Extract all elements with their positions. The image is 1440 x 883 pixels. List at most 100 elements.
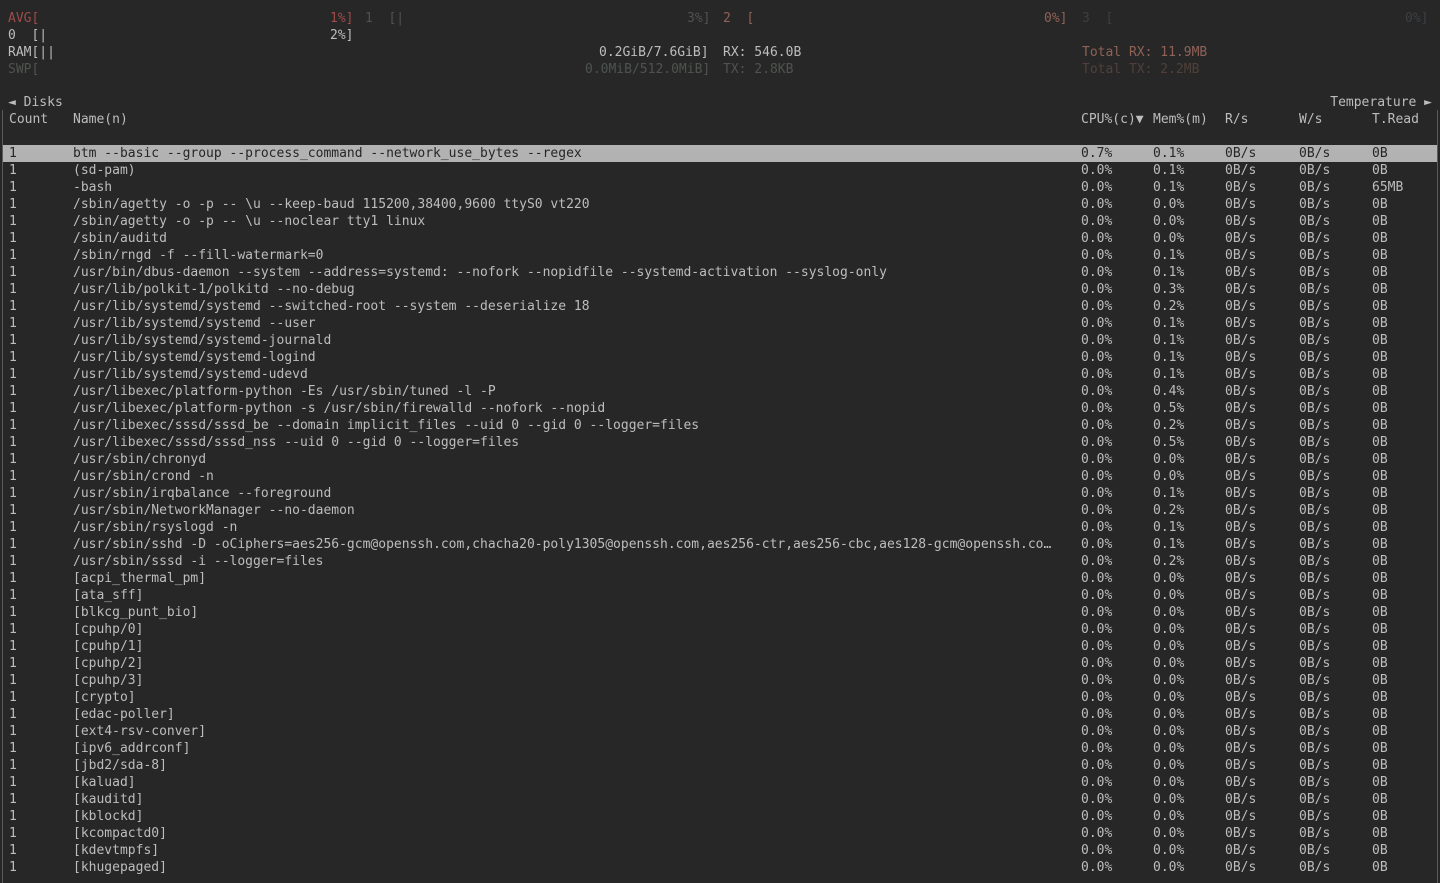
process-row[interactable]: 1 /usr/lib/systemd/systemd-journald 0.0%… (3, 332, 1437, 349)
cpu1-percent: 3%] (687, 10, 710, 27)
process-row[interactable]: 1 [ipv6_addrconf] 0.0% 0.0% 0B/s 0B/s 0B (3, 740, 1437, 757)
process-mem-pct: 0.0% (1153, 808, 1184, 825)
process-row[interactable]: 1 /sbin/agetty -o -p -- \u --keep-baud 1… (3, 196, 1437, 213)
process-row[interactable]: 1 [kauditd] 0.0% 0.0% 0B/s 0B/s 0B (3, 791, 1437, 808)
process-row[interactable]: 1 /usr/sbin/irqbalance --foreground 0.0%… (3, 485, 1437, 502)
process-total-read: 0B (1372, 213, 1388, 230)
process-row[interactable]: 1 [kcompactd0] 0.0% 0.0% 0B/s 0B/s 0B (3, 825, 1437, 842)
process-row[interactable]: 1 [kdevtmpfs] 0.0% 0.0% 0B/s 0B/s 0B (3, 842, 1437, 859)
cpu1-label: 1 [| (365, 10, 404, 27)
process-row[interactable]: 1 [cpuhp/2] 0.0% 0.0% 0B/s 0B/s 0B (3, 655, 1437, 672)
column-header-write-per-sec[interactable]: W/s (1299, 111, 1322, 128)
process-row[interactable]: 1 /usr/sbin/rsyslogd -n 0.0% 0.1% 0B/s 0… (3, 519, 1437, 536)
process-write-rate: 0B/s (1299, 281, 1330, 298)
process-row[interactable]: 1 [ext4-rsv-conver] 0.0% 0.0% 0B/s 0B/s … (3, 723, 1437, 740)
process-row[interactable]: 1 /usr/bin/dbus-daemon --system --addres… (3, 264, 1437, 281)
process-read-rate: 0B/s (1225, 298, 1256, 315)
process-read-rate: 0B/s (1225, 825, 1256, 842)
process-mem-pct: 0.0% (1153, 757, 1184, 774)
process-read-rate: 0B/s (1225, 213, 1256, 230)
column-header-name[interactable]: Name(n) (73, 111, 1077, 128)
process-cpu-pct: 0.0% (1081, 400, 1112, 417)
process-read-rate: 0B/s (1225, 689, 1256, 706)
process-count: 1 (9, 723, 17, 740)
process-row[interactable]: 1 /usr/libexec/sssd/sssd_nss --uid 0 --g… (3, 434, 1437, 451)
process-cpu-pct: 0.0% (1081, 774, 1112, 791)
process-total-read: 0B (1372, 791, 1388, 808)
process-row[interactable]: 1 [edac-poller] 0.0% 0.0% 0B/s 0B/s 0B (3, 706, 1437, 723)
process-name: [ata_sff] (73, 587, 1077, 604)
process-row[interactable]: 1 -bash 0.0% 0.1% 0B/s 0B/s 65MB (3, 179, 1437, 196)
process-cpu-pct: 0.0% (1081, 281, 1112, 298)
process-count: 1 (9, 145, 17, 162)
process-row[interactable]: 1 /usr/lib/systemd/systemd-logind 0.0% 0… (3, 349, 1437, 366)
process-write-rate: 0B/s (1299, 400, 1330, 417)
process-row[interactable]: 1 /usr/sbin/chronyd 0.0% 0.0% 0B/s 0B/s … (3, 451, 1437, 468)
process-total-read: 0B (1372, 723, 1388, 740)
process-row[interactable]: 1 /usr/lib/systemd/systemd --switched-ro… (3, 298, 1437, 315)
process-mem-pct: 0.0% (1153, 825, 1184, 842)
column-header-cpu[interactable]: CPU%(c)▼ (1081, 111, 1144, 128)
process-row[interactable]: 1 /usr/libexec/sssd/sssd_be --domain imp… (3, 417, 1437, 434)
process-row[interactable]: 1 [crypto] 0.0% 0.0% 0B/s 0B/s 0B (3, 689, 1437, 706)
process-cpu-pct: 0.0% (1081, 485, 1112, 502)
process-name: /usr/sbin/rsyslogd -n (73, 519, 1077, 536)
column-header-count[interactable]: Count (9, 111, 48, 128)
process-row[interactable]: 1 [ata_sff] 0.0% 0.0% 0B/s 0B/s 0B (3, 587, 1437, 604)
process-row[interactable]: 1 /sbin/rngd -f --fill-watermark=0 0.0% … (3, 247, 1437, 264)
process-cpu-pct: 0.0% (1081, 196, 1112, 213)
process-row[interactable]: 1 (sd-pam) 0.0% 0.1% 0B/s 0B/s 0B (3, 162, 1437, 179)
process-row[interactable]: 1 [kaluad] 0.0% 0.0% 0B/s 0B/s 0B (3, 774, 1437, 791)
process-name: [acpi_thermal_pm] (73, 570, 1077, 587)
process-row[interactable]: 1 [cpuhp/3] 0.0% 0.0% 0B/s 0B/s 0B (3, 672, 1437, 689)
process-write-rate: 0B/s (1299, 570, 1330, 587)
process-row[interactable]: 1 /usr/sbin/sshd -D -oCiphers=aes256-gcm… (3, 536, 1437, 553)
cpu2-percent: 0%] (1044, 10, 1067, 27)
process-row[interactable]: 1 btm --basic --group --process_command … (3, 145, 1437, 162)
process-row[interactable]: 1 [cpuhp/0] 0.0% 0.0% 0B/s 0B/s 0B (3, 621, 1437, 638)
process-total-read: 0B (1372, 145, 1388, 162)
process-row[interactable]: 1 [acpi_thermal_pm] 0.0% 0.0% 0B/s 0B/s … (3, 570, 1437, 587)
process-read-rate: 0B/s (1225, 451, 1256, 468)
process-name: /usr/lib/systemd/systemd --user (73, 315, 1077, 332)
process-total-read: 0B (1372, 485, 1388, 502)
swap-gauge-label: SWP[ (8, 61, 39, 78)
process-cpu-pct: 0.0% (1081, 536, 1112, 553)
process-row[interactable]: 1 /usr/lib/polkit-1/polkitd --no-debug 0… (3, 281, 1437, 298)
process-row[interactable]: 1 [kblockd] 0.0% 0.0% 0B/s 0B/s 0B (3, 808, 1437, 825)
process-row[interactable]: 1 /usr/libexec/platform-python -s /usr/s… (3, 400, 1437, 417)
process-total-read: 0B (1372, 757, 1388, 774)
process-cpu-pct: 0.0% (1081, 502, 1112, 519)
process-total-read: 0B (1372, 332, 1388, 349)
process-read-rate: 0B/s (1225, 757, 1256, 774)
process-row[interactable]: 1 /usr/sbin/sssd -i --logger=files 0.0% … (3, 553, 1437, 570)
process-read-rate: 0B/s (1225, 315, 1256, 332)
process-row[interactable]: 1 /usr/lib/systemd/systemd --user 0.0% 0… (3, 315, 1437, 332)
column-header-read-per-sec[interactable]: R/s (1225, 111, 1248, 128)
disks-nav-left[interactable]: ◄ Disks (8, 94, 63, 111)
temperature-nav-right[interactable]: Temperature ► (1330, 94, 1432, 111)
process-row[interactable]: 1 [blkcg_punt_bio] 0.0% 0.0% 0B/s 0B/s 0… (3, 604, 1437, 621)
process-mem-pct: 0.1% (1153, 247, 1184, 264)
process-write-rate: 0B/s (1299, 774, 1330, 791)
process-mem-pct: 0.2% (1153, 553, 1184, 570)
process-write-rate: 0B/s (1299, 468, 1330, 485)
process-row[interactable]: 1 /usr/sbin/crond -n 0.0% 0.0% 0B/s 0B/s… (3, 468, 1437, 485)
process-write-rate: 0B/s (1299, 638, 1330, 655)
column-header-mem[interactable]: Mem%(m) (1153, 111, 1208, 128)
process-count: 1 (9, 332, 17, 349)
process-row[interactable]: 1 /sbin/agetty -o -p -- \u --noclear tty… (3, 213, 1437, 230)
process-name: [blkcg_punt_bio] (73, 604, 1077, 621)
process-row[interactable]: 1 /usr/lib/systemd/systemd-udevd 0.0% 0.… (3, 366, 1437, 383)
process-read-rate: 0B/s (1225, 332, 1256, 349)
process-row[interactable]: 1 [khugepaged] 0.0% 0.0% 0B/s 0B/s 0B (3, 859, 1437, 876)
process-read-rate: 0B/s (1225, 808, 1256, 825)
process-row[interactable]: 1 [jbd2/sda-8] 0.0% 0.0% 0B/s 0B/s 0B (3, 757, 1437, 774)
process-row[interactable]: 1 /usr/libexec/platform-python -Es /usr/… (3, 383, 1437, 400)
process-mem-pct: 0.0% (1153, 723, 1184, 740)
process-row[interactable]: 1 /usr/sbin/NetworkManager --no-daemon 0… (3, 502, 1437, 519)
process-row[interactable]: 1 [cpuhp/1] 0.0% 0.0% 0B/s 0B/s 0B (3, 638, 1437, 655)
process-read-rate: 0B/s (1225, 723, 1256, 740)
column-header-total-read[interactable]: T.Read (1372, 111, 1419, 128)
process-row[interactable]: 1 /sbin/auditd 0.0% 0.0% 0B/s 0B/s 0B (3, 230, 1437, 247)
